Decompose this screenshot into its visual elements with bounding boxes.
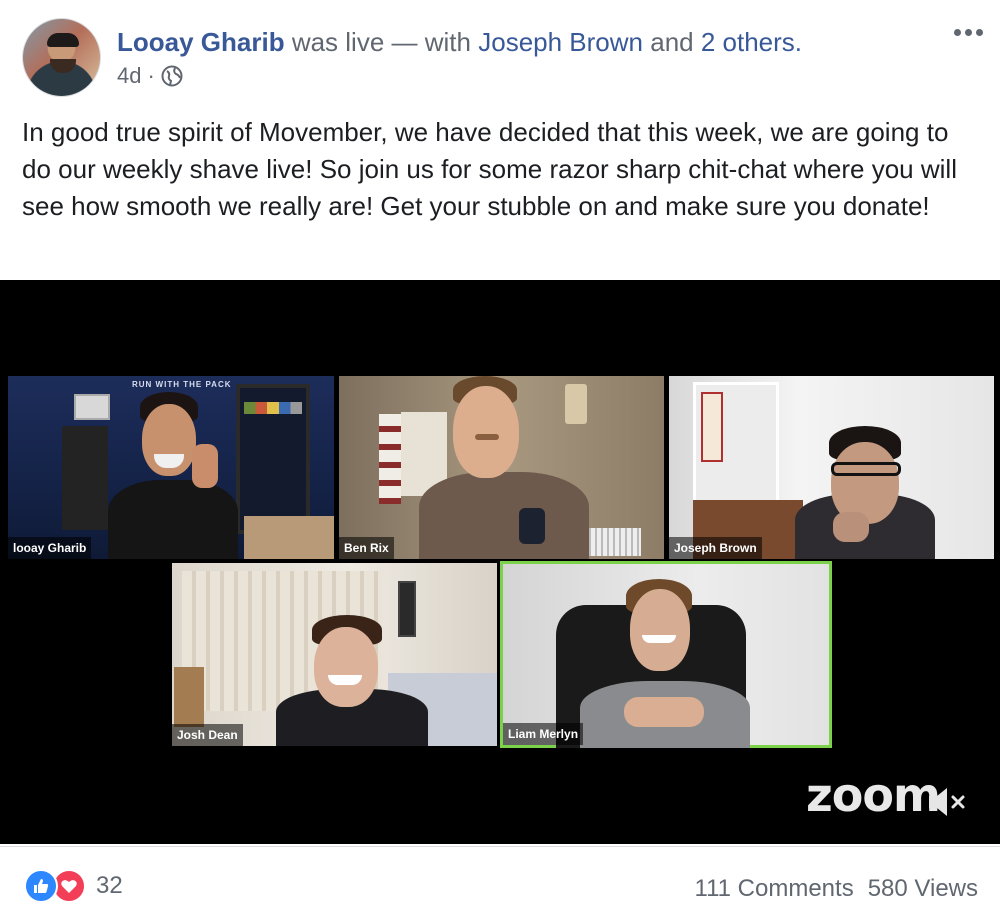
post-meta: 4d · bbox=[117, 62, 183, 90]
active-participant-tile: Liam Merlyn bbox=[500, 561, 832, 748]
author-name-link[interactable]: Looay Gharib bbox=[117, 27, 285, 57]
like-icon bbox=[24, 869, 58, 903]
meta-separator: · bbox=[147, 63, 155, 88]
chest-of-drawers bbox=[174, 667, 204, 727]
participant-figure bbox=[268, 613, 438, 746]
participant-figure bbox=[789, 426, 939, 559]
reaction-count: 32 bbox=[96, 872, 123, 899]
participant-figure bbox=[399, 376, 599, 559]
dot bbox=[964, 28, 972, 36]
participant-tile: RUN WITH THE PACK looay Gharib bbox=[8, 376, 334, 559]
muted-speaker-icon[interactable] bbox=[923, 782, 969, 822]
participant-name-label: looay Gharib bbox=[8, 537, 92, 559]
views-count: 580 Views bbox=[867, 875, 978, 902]
participant-figure bbox=[108, 388, 238, 559]
live-video-player[interactable]: RUN WITH THE PACK looay Gharib Ben Rix J… bbox=[0, 280, 1000, 844]
live-status-text: was live — bbox=[291, 27, 418, 57]
and-text: and bbox=[650, 27, 694, 57]
curtain bbox=[379, 414, 401, 504]
avatar-beard bbox=[50, 59, 76, 73]
door-window bbox=[701, 392, 723, 462]
participant-name-label: Joseph Brown bbox=[669, 537, 762, 559]
thumbs-up-icon bbox=[34, 879, 49, 893]
participant-name-label: Liam Merlyn bbox=[503, 723, 584, 745]
others-link[interactable]: 2 others. bbox=[701, 27, 802, 57]
post-timestamp-link[interactable]: 4d bbox=[117, 62, 141, 90]
filing-cabinet bbox=[62, 426, 108, 530]
post-headline: Looay Gharib was live — with Joseph Brow… bbox=[117, 26, 802, 58]
participant-figure bbox=[560, 577, 760, 748]
participant-tile: Joseph Brown bbox=[669, 376, 994, 559]
author-avatar[interactable] bbox=[22, 18, 101, 97]
dot bbox=[975, 28, 983, 36]
heart-icon bbox=[61, 880, 77, 893]
engagement-stats: 111 Comments 580 Views bbox=[695, 875, 978, 903]
reactions-summary[interactable]: 32 bbox=[24, 869, 123, 903]
more-options-icon[interactable] bbox=[948, 20, 988, 44]
post-message: In good true spirit of Movember, we have… bbox=[22, 117, 957, 221]
table bbox=[244, 516, 334, 559]
monitor bbox=[74, 394, 110, 420]
comments-count-link[interactable]: 111 Comments bbox=[695, 875, 854, 903]
with-text: with bbox=[424, 27, 471, 57]
participant-name-label: Ben Rix bbox=[339, 537, 394, 559]
tagged-user-link[interactable]: Joseph Brown bbox=[478, 27, 643, 57]
participant-name-label: Josh Dean bbox=[172, 724, 243, 746]
avatar-hair bbox=[47, 33, 79, 47]
post-footer: 32 111 Comments 580 Views bbox=[0, 846, 1000, 912]
globe-icon[interactable] bbox=[161, 65, 183, 87]
participant-tile: Josh Dean bbox=[172, 563, 497, 746]
zoom-logo: zoom bbox=[806, 768, 941, 822]
dot bbox=[953, 28, 961, 36]
shelf-books bbox=[244, 402, 302, 414]
post-header: Looay Gharib was live — with Joseph Brow… bbox=[0, 0, 1000, 110]
participant-tile: Ben Rix bbox=[339, 376, 664, 559]
